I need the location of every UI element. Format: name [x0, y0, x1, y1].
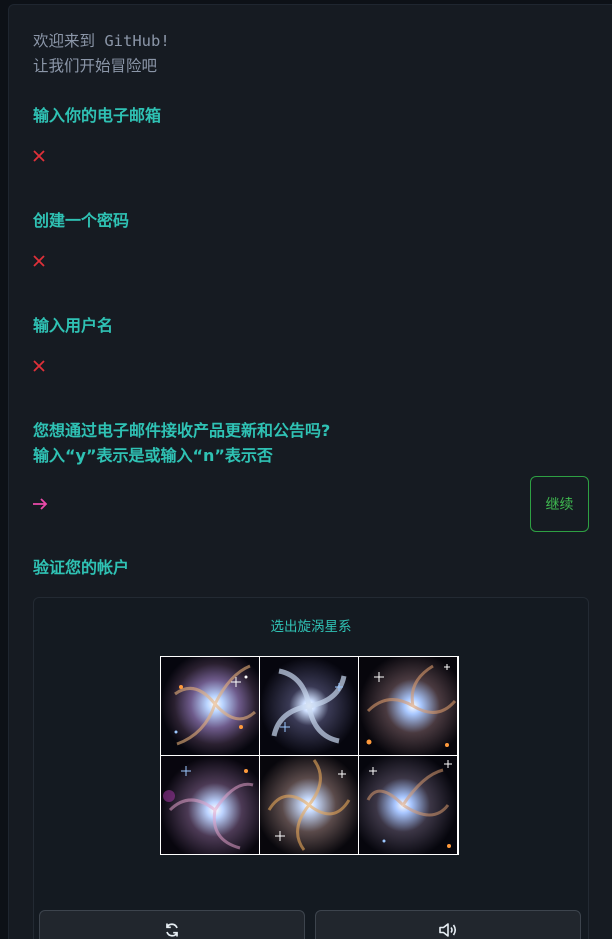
x-icon	[33, 150, 45, 162]
x-icon	[33, 360, 45, 372]
continue-button[interactable]: 继续	[530, 476, 589, 532]
welcome-line-1: 欢迎来到 GitHub!	[33, 32, 170, 50]
galaxy-image-6[interactable]	[359, 756, 457, 854]
verify-account-title: 验证您的帐户	[33, 558, 130, 577]
username-label: 输入用户名	[33, 316, 114, 335]
captcha-box: 选出旋涡星系	[33, 597, 589, 939]
welcome-line-2: 让我们开始冒险吧	[33, 57, 158, 75]
updates-question-line-2: 输入“y”表示是或输入“n”表示否	[33, 446, 273, 465]
password-label: 创建一个密码	[33, 211, 130, 230]
galaxy-image-2[interactable]	[260, 657, 358, 755]
galaxy-image-4[interactable]	[161, 756, 259, 854]
refresh-icon	[166, 923, 178, 937]
captcha-image-grid	[160, 656, 459, 855]
email-label: 输入你的电子邮箱	[33, 106, 162, 125]
x-icon	[33, 255, 45, 267]
arrow-right-icon	[33, 498, 48, 510]
galaxy-image-5[interactable]	[260, 756, 358, 854]
speaker-icon	[439, 923, 457, 937]
audio-captcha-button[interactable]	[315, 910, 581, 939]
galaxy-image-1[interactable]	[161, 657, 259, 755]
galaxy-image-3[interactable]	[359, 657, 457, 755]
captcha-prompt: 选出旋涡星系	[270, 619, 352, 635]
refresh-captcha-button[interactable]	[39, 910, 305, 939]
updates-question-line-1: 您想通过电子邮件接收产品更新和公告吗?	[33, 421, 331, 440]
